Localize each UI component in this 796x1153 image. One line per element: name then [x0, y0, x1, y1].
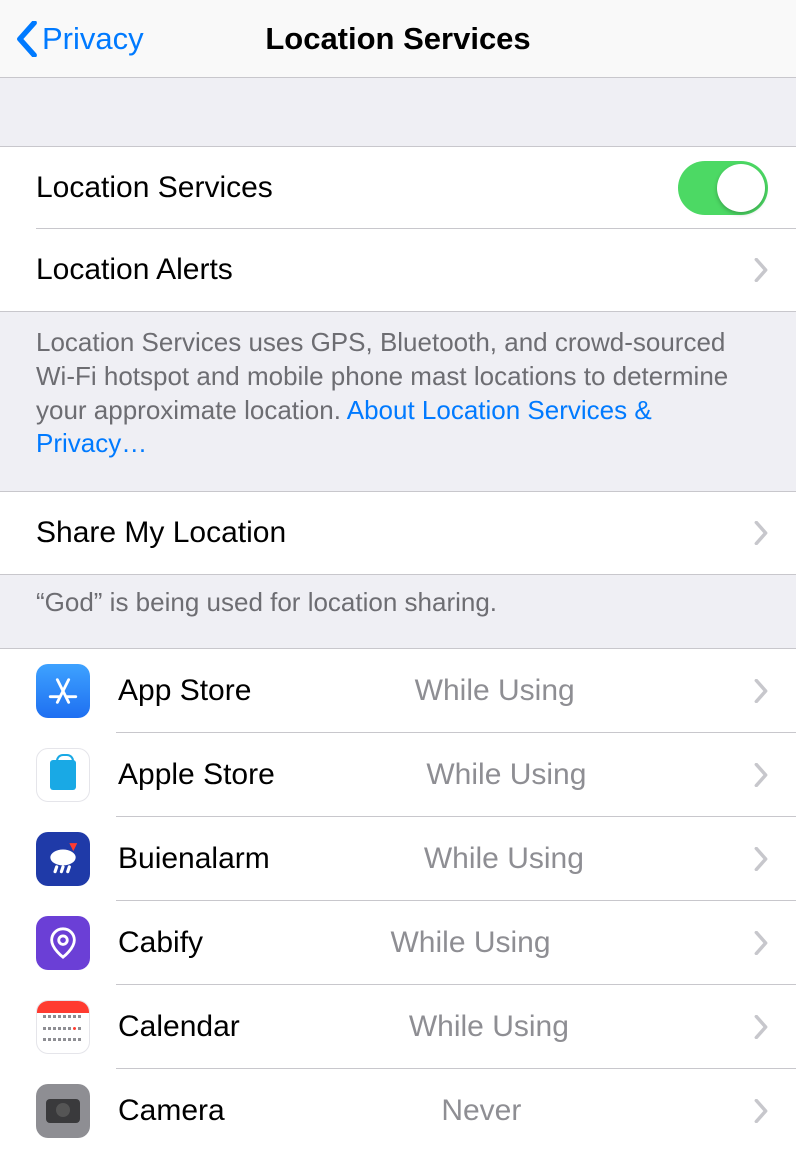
location-alerts-label: Location Alerts [36, 253, 233, 287]
share-group: Share My Location [0, 491, 796, 575]
chevron-right-icon [754, 847, 768, 871]
app-name-label: Apple Store [118, 758, 275, 792]
shopping-bag-icon [50, 760, 76, 790]
camera-icon [46, 1099, 80, 1123]
app-name-label: Calendar [118, 1010, 240, 1044]
location-alerts-row[interactable]: Location Alerts [0, 229, 796, 311]
chevron-right-icon [754, 679, 768, 703]
app-permission-value: While Using [409, 1010, 569, 1044]
app-permission-value: Never [441, 1094, 521, 1128]
chevron-right-icon [754, 258, 768, 282]
app-name-label: App Store [118, 674, 251, 708]
app-permission-value: While Using [424, 842, 584, 876]
pin-icon [46, 926, 80, 960]
share-my-location-row[interactable]: Share My Location [0, 492, 796, 574]
chevron-right-icon [754, 1015, 768, 1039]
app-permission-value: While Using [415, 674, 575, 708]
app-row-camera[interactable]: Camera Never [0, 1069, 796, 1153]
app-name-label: Camera [118, 1094, 225, 1128]
share-my-location-label: Share My Location [36, 516, 286, 550]
app-row-appstore[interactable]: App Store While Using [0, 649, 796, 733]
chevron-right-icon [754, 1099, 768, 1123]
page-title: Location Services [265, 21, 530, 57]
calendar-grid-icon [43, 1015, 83, 1047]
app-permission-value: While Using [390, 926, 550, 960]
share-footer-text: “God” is being used for location sharing… [0, 575, 796, 648]
chevron-right-icon [754, 521, 768, 545]
app-list: App Store While Using Apple Store While Usi… [0, 648, 796, 1153]
location-services-label: Location Services [36, 171, 273, 205]
back-button[interactable]: Privacy [16, 21, 144, 57]
app-row-applestore[interactable]: Apple Store While Using [0, 733, 796, 817]
calendar-app-icon [36, 1000, 90, 1054]
main-settings-group: Location Services Location Alerts [0, 146, 796, 312]
chevron-left-icon [16, 21, 38, 57]
app-name-label: Buienalarm [118, 842, 270, 876]
location-services-toggle[interactable] [678, 161, 768, 215]
app-row-calendar[interactable]: Calendar While Using [0, 985, 796, 1069]
appstore-app-icon [36, 664, 90, 718]
location-services-row: Location Services [0, 147, 796, 229]
app-row-cabify[interactable]: Cabify While Using [0, 901, 796, 985]
chevron-right-icon [754, 931, 768, 955]
camera-app-icon [36, 1084, 90, 1138]
app-permission-value: While Using [426, 758, 586, 792]
appstore-icon [46, 674, 80, 708]
app-name-label: Cabify [118, 926, 203, 960]
cabify-app-icon [36, 916, 90, 970]
buien-app-icon [36, 832, 90, 886]
back-label: Privacy [42, 21, 144, 57]
navbar: Privacy Location Services [0, 0, 796, 78]
location-services-description: Location Services uses GPS, Bluetooth, a… [0, 312, 796, 491]
rain-cloud-icon [44, 840, 82, 878]
app-row-buien[interactable]: Buienalarm While Using [0, 817, 796, 901]
applestore-app-icon [36, 748, 90, 802]
chevron-right-icon [754, 763, 768, 787]
